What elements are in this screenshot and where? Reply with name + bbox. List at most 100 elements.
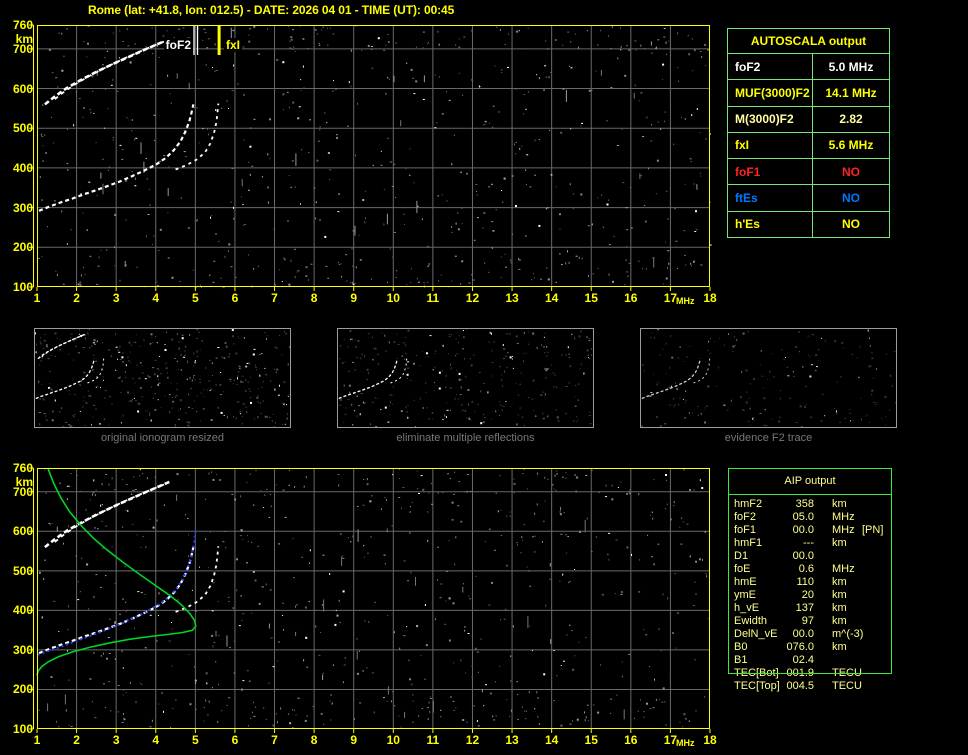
autoscala-row-value: NO [812, 211, 889, 237]
page-title: Rome (lat: +41.8, lon: 012.5) - DATE: 20… [88, 3, 455, 17]
x-tick-label: 13 [505, 291, 519, 305]
aip-row-value: 0.6 [798, 563, 814, 575]
x-tick-label: 12 [465, 291, 480, 305]
aip-row: h_vE 137 km [728, 602, 968, 615]
aip-row-unit: km [832, 498, 847, 510]
aip-row-value: 001.9 [786, 667, 814, 679]
x-tick-label: 7 [271, 733, 278, 747]
aip-row: hmF2 358 km [728, 498, 968, 511]
aip-row-label: B0 [734, 641, 748, 653]
fxI-marker-label: fxI [224, 38, 243, 52]
x-tick-label: 3 [112, 733, 120, 747]
autoscala-row-value: 14.1 MHz [812, 80, 889, 106]
aip-row: Ewidth 97 km [728, 615, 968, 628]
x-tick-label: 18 [703, 291, 717, 305]
autoscala-row-label: h'Es [735, 217, 760, 232]
aip-row: DelN_vE 00.0 m^(-3) [728, 628, 968, 641]
autoscala-rows: foF2 5.0 MHz MUF(3000)F2 14.1 MHz M(3000)F2 2… [728, 53, 889, 237]
y-tick-label: 400 [12, 160, 33, 175]
aip-row-label: foF2 [734, 511, 757, 523]
autoscala-row-label: foF2 [735, 59, 761, 74]
x-tick-label: 10 [386, 733, 400, 747]
x-tick-label: 6 [231, 733, 239, 747]
aip-row-label: D1 [734, 550, 749, 562]
aip-row-value: 076.0 [786, 641, 814, 653]
autoscala-row-value: NO [812, 159, 889, 185]
aip-row: B1 02.4 [728, 654, 968, 667]
aip-row-unit: km [832, 576, 847, 588]
aip-row-unit: m^(-3) [832, 628, 864, 640]
x-tick-label: 5 [192, 733, 199, 747]
aip-row-unit: TECU [832, 680, 862, 692]
thumbnail-canvas [35, 329, 290, 427]
aip-row: foF2 05.0 MHz [728, 511, 968, 524]
thumbnail-evidence-f2 [640, 328, 897, 428]
autoscala-row: foF2 5.0 MHz [728, 53, 889, 80]
aip-row-unit: km [832, 641, 847, 653]
x-tick-label: 16 [624, 291, 638, 305]
aip-row: TEC[Top] 004.5 TECU [728, 680, 968, 693]
aip-row-unit: TECU [832, 667, 862, 679]
ionogram-plot [29, 24, 712, 291]
aip-row-value: 137 [795, 602, 814, 614]
aip-row: foF1 00.0 MHz [PN] [728, 524, 968, 537]
aip-row-value: 00.0 [792, 550, 814, 562]
aip-row-flag: [PN] [862, 524, 884, 536]
aip-row-value: 004.5 [786, 680, 814, 692]
aip-row-label: h_vE [734, 602, 760, 614]
autoscala-row-label: foF1 [735, 164, 761, 179]
x-tick-label: 3 [112, 291, 120, 305]
foF2-marker-label: foF2 [163, 38, 193, 52]
y-tick-label: 600 [12, 81, 33, 96]
aip-row: foE 0.6 MHz [728, 563, 968, 576]
aip-row-unit: km [832, 615, 847, 627]
x-tick-label: 6 [231, 291, 239, 305]
x-tick-label: 9 [350, 733, 358, 747]
thumbnail-eliminate-reflections [337, 328, 594, 428]
x-axis-unit: MHz [676, 296, 695, 306]
x-tick-label: 1 [33, 733, 41, 747]
profile-plot [29, 467, 711, 733]
y-tick-label: 200 [12, 240, 33, 255]
x-axis-unit: MHz [676, 738, 695, 748]
aip-panel-title: AIP output [784, 475, 836, 487]
y-tick-label: 300 [12, 642, 33, 657]
autoscala-row: fxI 5.6 MHz [728, 131, 889, 159]
autoscala-row: MUF(3000)F2 14.1 MHz [728, 79, 889, 106]
profile-plot-canvas [29, 467, 711, 733]
x-tick-label: 11 [426, 291, 440, 305]
autoscala-row: ftEs NO [728, 184, 889, 211]
y-tick-label: 400 [12, 603, 33, 618]
autoscala-row-value: 5.6 MHz [812, 132, 889, 159]
aip-row-value: 00.0 [792, 524, 814, 536]
aip-row-value: --- [803, 537, 814, 549]
aip-row: D1 00.0 [728, 550, 968, 563]
y-tick-label: 700 [12, 484, 33, 499]
aip-row-unit: MHz [832, 511, 855, 523]
aip-header-divider [728, 494, 892, 495]
x-tick-label: 7 [271, 291, 278, 305]
aip-row-value: 97 [801, 615, 814, 627]
y-tick-label: 760 [12, 461, 33, 475]
aip-row-value: 00.0 [792, 628, 814, 640]
thumbnail-caption: eliminate multiple reflections [396, 432, 535, 444]
autoscala-row: M(3000)F2 2.82 [728, 105, 889, 132]
y-tick-label: 500 [12, 563, 33, 578]
autoscala-row-value: 2.82 [812, 106, 889, 132]
x-tick-label: 14 [544, 733, 559, 747]
x-tick-label: 10 [386, 291, 400, 305]
aip-row-value: 110 [796, 576, 814, 588]
x-tick-label: 4 [152, 291, 160, 305]
x-tick-label: 8 [310, 291, 318, 305]
aip-row-label: B1 [734, 654, 748, 666]
y-tick-label: 600 [12, 524, 33, 539]
aip-row-unit: MHz [832, 563, 855, 575]
x-tick-label: 12 [465, 733, 480, 747]
aip-row: hmE 110 km [728, 576, 968, 589]
aip-row-unit: MHz [832, 524, 855, 536]
aip-row-value: 05.0 [792, 511, 814, 523]
thumbnail-canvas [338, 329, 593, 427]
y-tick-label: 760 [12, 18, 33, 32]
y-tick-label: 700 [12, 41, 33, 56]
aip-row-value: 20 [801, 589, 814, 601]
